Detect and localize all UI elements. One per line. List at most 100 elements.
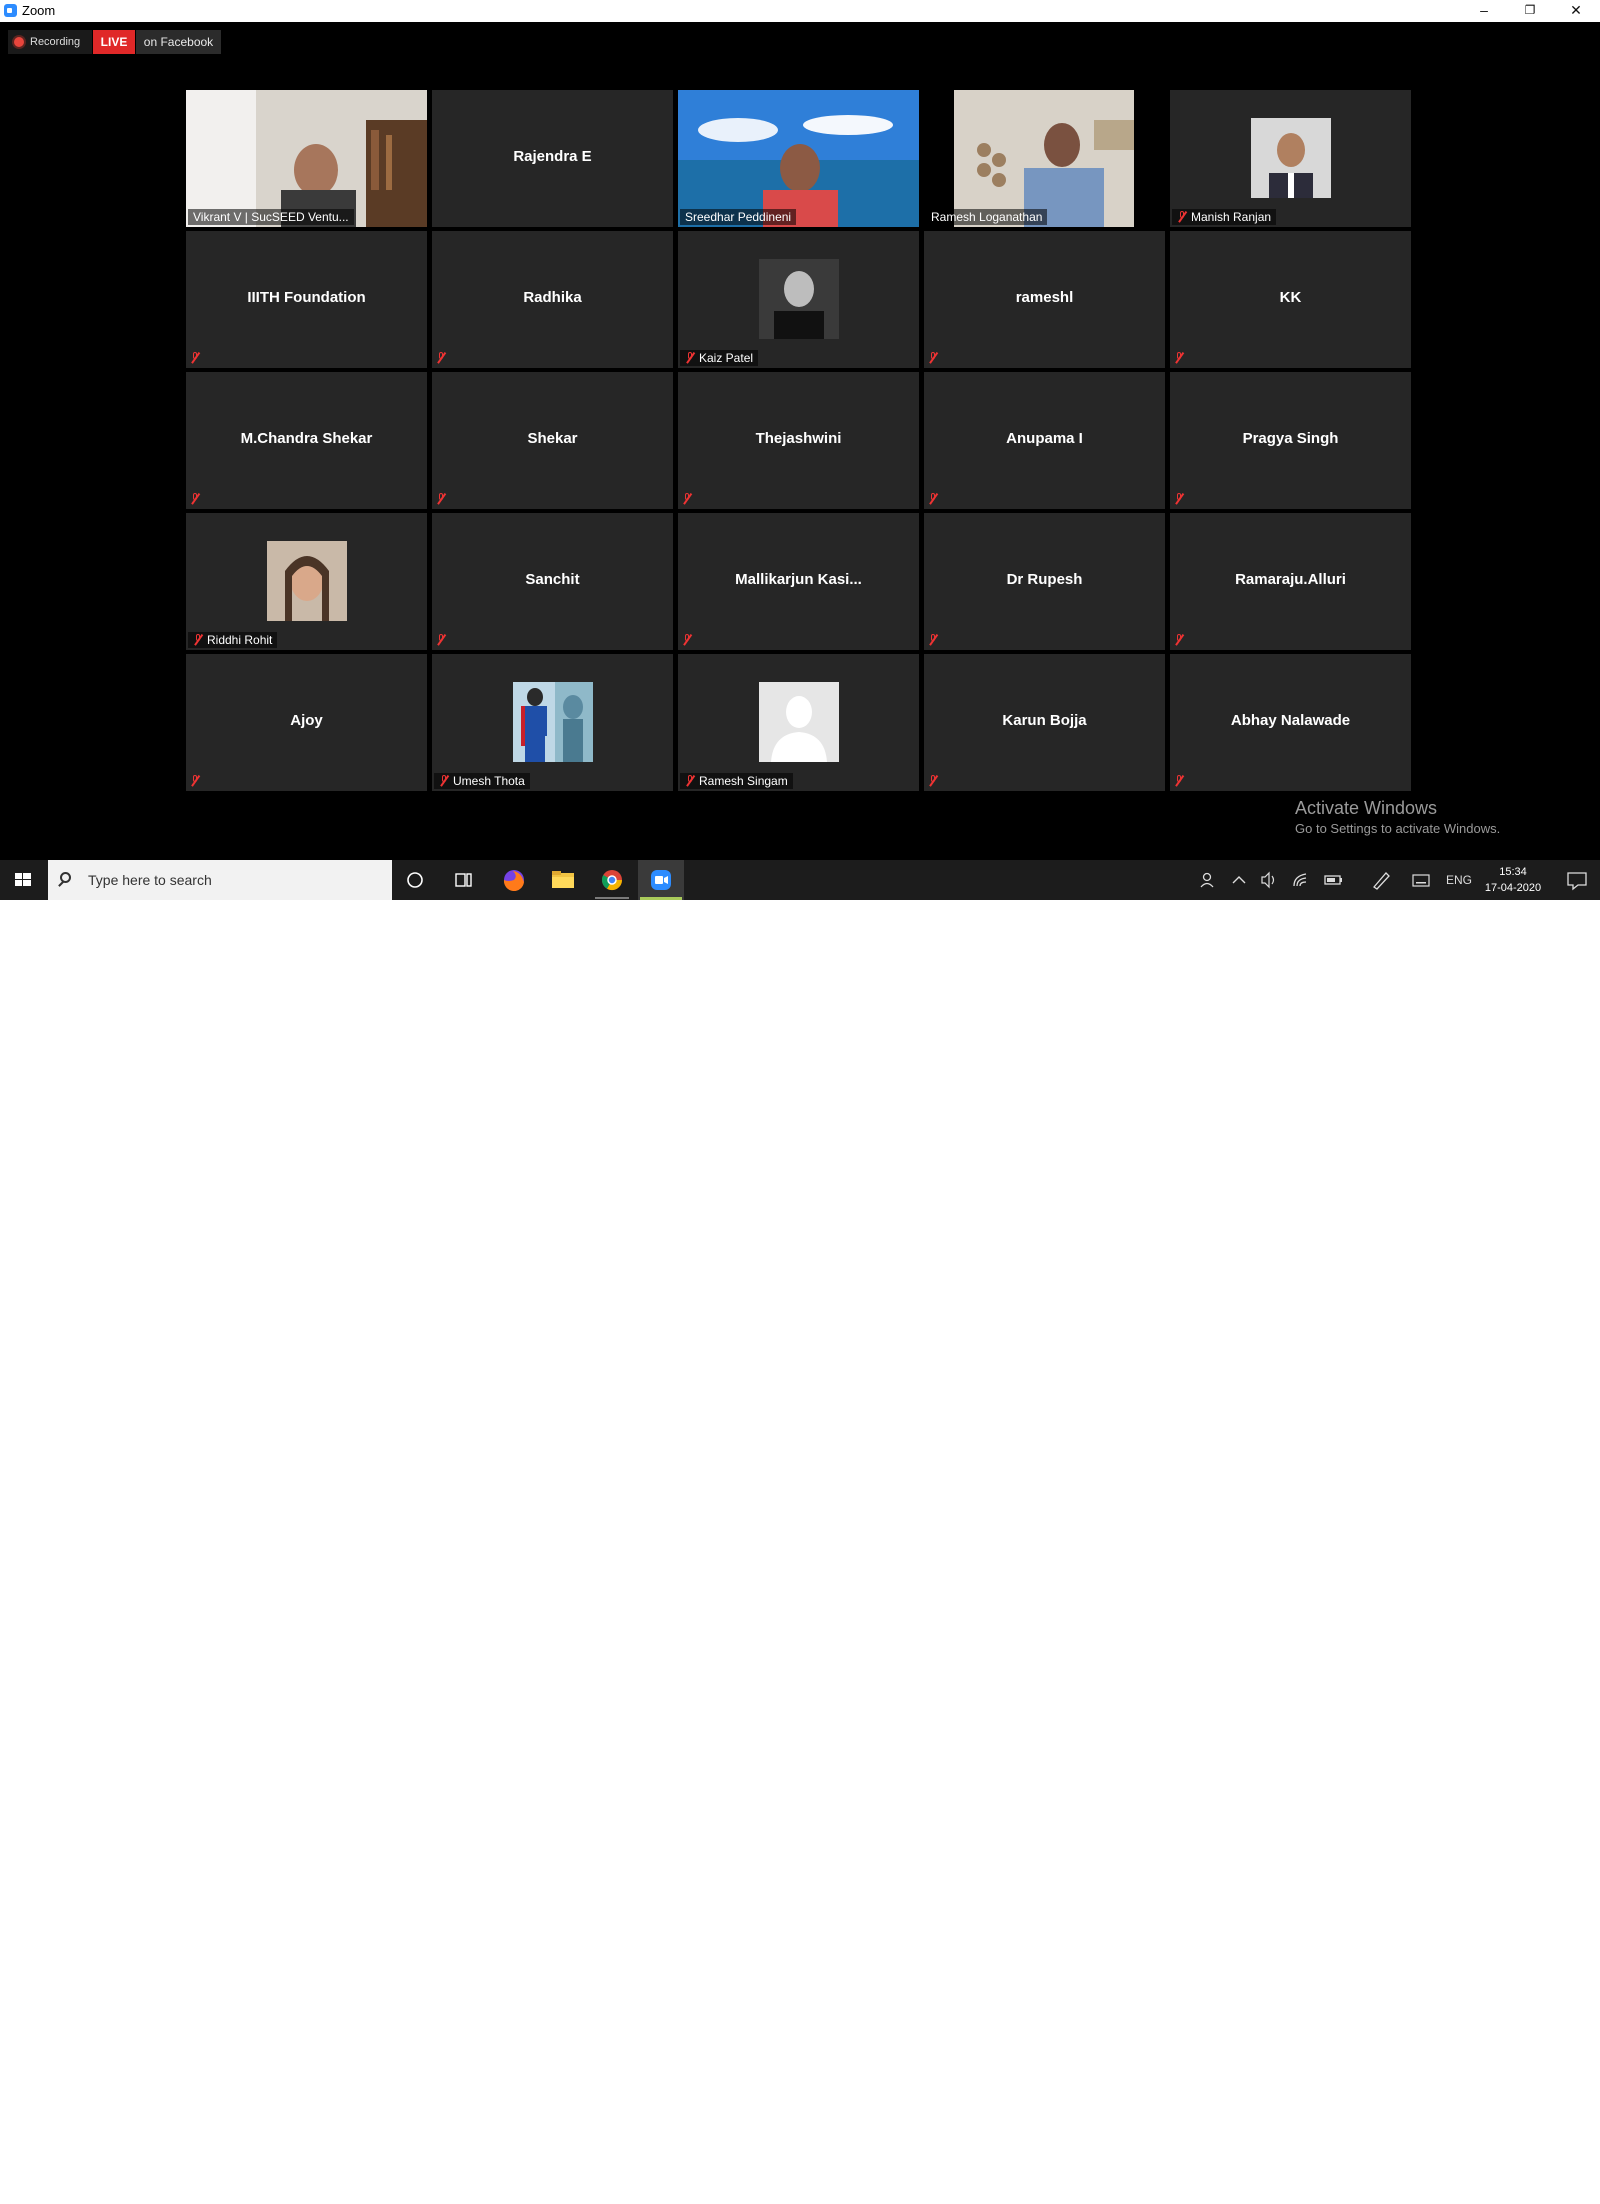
profile-photo bbox=[266, 541, 347, 621]
participant-name: Dr Rupesh bbox=[1006, 571, 1083, 588]
participant-name: Pragya Singh bbox=[1242, 430, 1339, 447]
minimize-button[interactable]: – bbox=[1461, 0, 1507, 22]
participant-name-label: Sreedhar Peddineni bbox=[680, 209, 797, 225]
participant-name: Anupama I bbox=[1006, 430, 1083, 447]
participant-tile[interactable]: Dr Rupesh bbox=[924, 513, 1165, 650]
windows-start-icon[interactable] bbox=[0, 860, 46, 900]
participant-tile[interactable]: IIITH Foundation bbox=[186, 231, 427, 368]
participant-tile[interactable]: Radhika bbox=[432, 231, 673, 368]
participant-tile[interactable]: Thejashwini bbox=[678, 372, 919, 509]
clock-date: 17-04-2020 bbox=[1484, 882, 1542, 894]
pen-workspace-icon[interactable] bbox=[1366, 860, 1396, 900]
zoom-meeting-window: Recording LIVE on Facebook Vikrant V | S… bbox=[0, 22, 1600, 860]
profile-photo bbox=[1250, 118, 1331, 198]
search-placeholder: Type here to search bbox=[88, 872, 212, 888]
action-center-notifications-icon[interactable] bbox=[1554, 860, 1600, 900]
participant-tile[interactable]: Ramesh Singam bbox=[678, 654, 919, 791]
muted-mic-icon bbox=[436, 634, 446, 646]
taskbar-search-box[interactable]: Type here to search bbox=[48, 860, 392, 900]
recording-label: Recording bbox=[30, 36, 81, 48]
restore-button[interactable]: ❐ bbox=[1507, 0, 1553, 22]
participant-tile[interactable]: Sreedhar Peddineni bbox=[678, 90, 919, 227]
participant-tile[interactable]: Ajoy bbox=[186, 654, 427, 791]
chrome-icon[interactable] bbox=[589, 860, 635, 900]
window-title: Zoom bbox=[22, 3, 56, 18]
participant-tile[interactable]: rameshl bbox=[924, 231, 1165, 368]
participant-tile[interactable]: Sanchit bbox=[432, 513, 673, 650]
muted-mic-icon bbox=[1174, 493, 1184, 505]
default-avatar-icon bbox=[758, 682, 839, 762]
activate-windows-subtitle: Go to Settings to activate Windows. bbox=[1295, 821, 1501, 836]
muted-mic-icon bbox=[1177, 211, 1187, 223]
participant-video bbox=[186, 90, 427, 227]
task-view-icon[interactable] bbox=[440, 860, 486, 900]
recording-indicator[interactable]: Recording bbox=[8, 30, 92, 54]
muted-mic-icon bbox=[190, 775, 200, 787]
participant-tile[interactable]: Riddhi Rohit bbox=[186, 513, 427, 650]
participant-tile[interactable]: Mallikarjun Kasi... bbox=[678, 513, 919, 650]
profile-photo bbox=[512, 682, 593, 762]
participant-name: Shekar bbox=[527, 430, 578, 447]
participant-name: rameshl bbox=[1015, 289, 1074, 306]
participant-video bbox=[678, 90, 919, 227]
participant-tile[interactable]: Vikrant V | SucSEED Ventu... bbox=[186, 90, 427, 227]
wifi-icon[interactable] bbox=[1286, 860, 1316, 900]
participant-name: KK bbox=[1279, 289, 1302, 306]
live-destination-label[interactable]: on Facebook bbox=[136, 30, 221, 54]
participant-name: Radhika bbox=[523, 289, 582, 306]
close-button[interactable]: ✕ bbox=[1553, 0, 1599, 22]
participant-name: Rajendra E bbox=[513, 148, 592, 165]
system-clock[interactable]: 15:34 17-04-2020 bbox=[1478, 864, 1548, 896]
zoom-taskbar-icon[interactable] bbox=[638, 860, 684, 900]
activate-windows-watermark: Activate Windows Go to Settings to activ… bbox=[1295, 798, 1500, 836]
participant-tile[interactable]: M.Chandra Shekar bbox=[186, 372, 427, 509]
cortana-icon[interactable] bbox=[392, 860, 438, 900]
muted-mic-icon bbox=[685, 775, 695, 787]
live-badge[interactable]: LIVE bbox=[93, 30, 135, 54]
participant-tile[interactable]: Umesh Thota bbox=[432, 654, 673, 791]
input-language-indicator[interactable]: ENG bbox=[1446, 873, 1472, 887]
participant-tile[interactable]: Ramesh Loganathan bbox=[924, 90, 1165, 227]
muted-mic-icon bbox=[928, 775, 938, 787]
participant-tile[interactable]: Ramaraju.Alluri bbox=[1170, 513, 1411, 650]
volume-icon[interactable] bbox=[1254, 860, 1284, 900]
participant-tile[interactable]: Anupama I bbox=[924, 372, 1165, 509]
participant-tile[interactable]: Manish Ranjan bbox=[1170, 90, 1411, 227]
muted-mic-icon bbox=[439, 775, 449, 787]
participant-tile[interactable]: Karun Bojja bbox=[924, 654, 1165, 791]
participant-name: M.Chandra Shekar bbox=[240, 430, 373, 447]
participant-name: Sanchit bbox=[525, 571, 580, 588]
recording-dot-icon bbox=[14, 37, 24, 47]
participant-name: IIITH Foundation bbox=[247, 289, 366, 306]
participant-tile[interactable]: KK bbox=[1170, 231, 1411, 368]
muted-mic-icon bbox=[685, 352, 695, 364]
muted-mic-icon bbox=[682, 634, 692, 646]
participant-name-label: Kaiz Patel bbox=[680, 350, 759, 366]
activate-windows-title: Activate Windows bbox=[1295, 798, 1438, 818]
clock-time: 15:34 bbox=[1499, 866, 1527, 878]
muted-mic-icon bbox=[436, 493, 446, 505]
muted-mic-icon bbox=[1174, 634, 1184, 646]
participant-tile[interactable]: Shekar bbox=[432, 372, 673, 509]
participant-name: Karun Bojja bbox=[1002, 712, 1087, 729]
participant-name-label: Manish Ranjan bbox=[1172, 209, 1277, 225]
participant-tile[interactable]: Kaiz Patel bbox=[678, 231, 919, 368]
muted-mic-icon bbox=[193, 634, 203, 646]
show-hidden-icons-chevron-icon[interactable] bbox=[1224, 860, 1254, 900]
firefox-icon[interactable] bbox=[491, 860, 537, 900]
participant-tile[interactable]: Rajendra E bbox=[432, 90, 673, 227]
window-titlebar: Zoom – ❐ ✕ bbox=[0, 0, 1600, 22]
participant-name-label: Umesh Thota bbox=[434, 773, 530, 789]
participant-name: Ajoy bbox=[290, 712, 323, 729]
file-explorer-icon[interactable] bbox=[540, 860, 586, 900]
muted-mic-icon bbox=[190, 352, 200, 364]
battery-icon[interactable] bbox=[1318, 860, 1348, 900]
muted-mic-icon bbox=[1174, 775, 1184, 787]
participant-tile[interactable]: Pragya Singh bbox=[1170, 372, 1411, 509]
muted-mic-icon bbox=[928, 634, 938, 646]
participant-name-label: Ramesh Loganathan bbox=[926, 209, 1048, 225]
profile-photo bbox=[758, 259, 839, 339]
touch-keyboard-icon[interactable] bbox=[1406, 860, 1436, 900]
participant-tile[interactable]: Abhay Nalawade bbox=[1170, 654, 1411, 791]
muted-mic-icon bbox=[928, 352, 938, 364]
